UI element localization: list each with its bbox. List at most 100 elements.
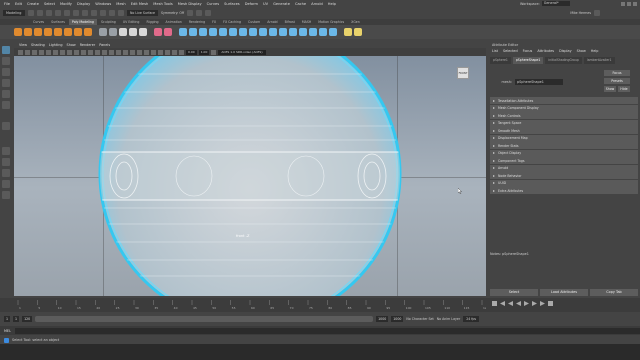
menu-modify[interactable]: Modify: [60, 2, 72, 6]
fps-dropdown[interactable]: 24 fps: [463, 315, 480, 322]
step-back-frame-icon[interactable]: [508, 301, 513, 306]
shelf-tool-icon[interactable]: [99, 28, 107, 36]
panel-menu-shading[interactable]: Shading: [31, 43, 45, 47]
shelf-tool-icon[interactable]: [109, 28, 117, 36]
ae-menu-show[interactable]: Show: [577, 49, 586, 55]
safe-title-icon[interactable]: [88, 49, 93, 55]
maximize-icon[interactable]: [627, 1, 631, 6]
menu-arnold[interactable]: Arnold: [311, 2, 323, 6]
panel-menu-renderer[interactable]: Renderer: [80, 43, 95, 47]
ae-menu-attributes[interactable]: Attributes: [537, 49, 554, 55]
lasso-tool-icon[interactable]: [2, 57, 10, 65]
snap-point-icon[interactable]: [118, 10, 124, 16]
single-perspective-layout-icon[interactable]: [2, 147, 10, 155]
select-hierarchy-icon[interactable]: [73, 10, 79, 16]
panel-menu-view[interactable]: View: [19, 43, 27, 47]
shelf-tool-icon[interactable]: [64, 28, 72, 36]
render-icon[interactable]: [187, 10, 194, 16]
shelf-tool-icon[interactable]: [119, 28, 127, 36]
shelf-tool-icon[interactable]: [179, 28, 187, 36]
shelf-tool-icon[interactable]: [54, 28, 62, 36]
menu-curves[interactable]: Curves: [207, 2, 219, 6]
section-mesh-controls[interactable]: Mesh Controls: [490, 112, 638, 119]
paint-select-icon[interactable]: [2, 68, 10, 76]
shelf-tool-icon[interactable]: [199, 28, 207, 36]
render-settings-icon[interactable]: [205, 10, 212, 16]
menu-display[interactable]: Display: [77, 2, 90, 6]
shelf-tool-icon[interactable]: [164, 28, 172, 36]
redo-icon[interactable]: [64, 10, 70, 16]
select-camera-icon[interactable]: [18, 49, 23, 55]
symmetry-label[interactable]: Symmetry: Off: [161, 11, 184, 15]
gamma-icon[interactable]: [211, 49, 217, 55]
menu-deform[interactable]: Deform: [245, 2, 258, 6]
smooth-shade-icon[interactable]: [102, 49, 107, 55]
shelf-tool-icon[interactable]: [189, 28, 197, 36]
ae-menu-focus[interactable]: Focus: [523, 49, 533, 55]
shelf-tool-icon[interactable]: [14, 28, 22, 36]
ae-menu-selected[interactable]: Selected: [503, 49, 518, 55]
select-component-icon[interactable]: [91, 10, 97, 16]
camera-attributes-icon[interactable]: [25, 49, 30, 55]
load-attributes-button[interactable]: Load Attributes: [540, 289, 588, 296]
section-mesh-component-display[interactable]: Mesh Component Display: [490, 104, 638, 112]
presets-button[interactable]: Presets: [604, 78, 630, 84]
select-object-icon[interactable]: [82, 10, 88, 16]
section-tessellation-attributes[interactable]: Tessellation Attributes: [490, 97, 638, 104]
menu-mesh[interactable]: Mesh: [116, 2, 125, 6]
shelf-tool-icon[interactable]: [289, 28, 297, 36]
step-back-key-icon[interactable]: [500, 301, 505, 306]
shelf-tool-icon[interactable]: [299, 28, 307, 36]
step-forward-frame-icon[interactable]: [532, 301, 537, 306]
gate-mask-icon[interactable]: [67, 49, 72, 55]
ipr-render-icon[interactable]: [196, 10, 203, 16]
viewport[interactable]: [14, 56, 486, 296]
section-displacement-map[interactable]: Displacement Map: [490, 134, 638, 142]
mesh-name-field[interactable]: pSphereShape1: [515, 79, 563, 85]
isolate-select-icon[interactable]: [158, 49, 163, 55]
shelf-tool-icon[interactable]: [154, 28, 162, 36]
node-tab-lambertavailer1[interactable]: lambertAvailer1: [583, 57, 615, 64]
menu-select[interactable]: Select: [44, 2, 55, 6]
move-tool-icon[interactable]: [2, 79, 10, 87]
backface-culling-icon[interactable]: [179, 49, 184, 55]
shelf-tool-icon[interactable]: [309, 28, 317, 36]
help-icon[interactable]: [594, 10, 600, 16]
play-forwards-icon[interactable]: [524, 301, 529, 306]
save-scene-icon[interactable]: [46, 10, 52, 16]
color-space-dropdown[interactable]: ACES 1.0 SDR-video (ACES): [218, 49, 266, 55]
ae-menu-help[interactable]: Help: [591, 49, 599, 55]
character-set-dropdown[interactable]: No Character Set: [406, 317, 433, 321]
section-uuid[interactable]: UUID: [490, 179, 638, 187]
section-node-behavior[interactable]: Node Behavior: [490, 172, 638, 179]
step-forward-key-icon[interactable]: [540, 301, 545, 306]
view-cube[interactable]: FRONT: [457, 67, 469, 79]
near-clip-field[interactable]: 0.00: [186, 49, 197, 55]
shelf-tool-icon[interactable]: [74, 28, 82, 36]
shelf-tool-icon[interactable]: [259, 28, 267, 36]
copy-tab-button[interactable]: Copy Tab: [590, 289, 638, 296]
go-to-end-icon[interactable]: [548, 301, 553, 306]
shelf-tool-icon[interactable]: [239, 28, 247, 36]
grid-icon[interactable]: [46, 49, 51, 55]
shelf-tool-icon[interactable]: [24, 28, 32, 36]
wireframe-on-shaded-icon[interactable]: [109, 49, 114, 55]
persp-graph-layout-icon[interactable]: [2, 180, 10, 188]
shelf-tool-icon[interactable]: [34, 28, 42, 36]
xray-joints-icon[interactable]: [172, 49, 177, 55]
command-input[interactable]: [14, 327, 640, 334]
persp-outliner-layout-icon[interactable]: [2, 169, 10, 177]
shelf-tool-icon[interactable]: [84, 28, 92, 36]
ae-menu-list[interactable]: List: [492, 49, 498, 55]
menu-windows[interactable]: Windows: [95, 2, 111, 6]
node-tab-psphereshape1[interactable]: pSphereShape1: [512, 57, 544, 64]
range-end-field[interactable]: 120: [22, 315, 33, 322]
close-icon[interactable]: [633, 1, 637, 6]
select-button[interactable]: Select: [490, 289, 538, 296]
open-scene-icon[interactable]: [37, 10, 43, 16]
shelf-tool-icon[interactable]: [319, 28, 327, 36]
ambient-occlusion-icon[interactable]: [137, 49, 142, 55]
xray-icon[interactable]: [165, 49, 170, 55]
shelf-tool-icon[interactable]: [354, 28, 362, 36]
custom-layout-icon[interactable]: [2, 191, 10, 199]
